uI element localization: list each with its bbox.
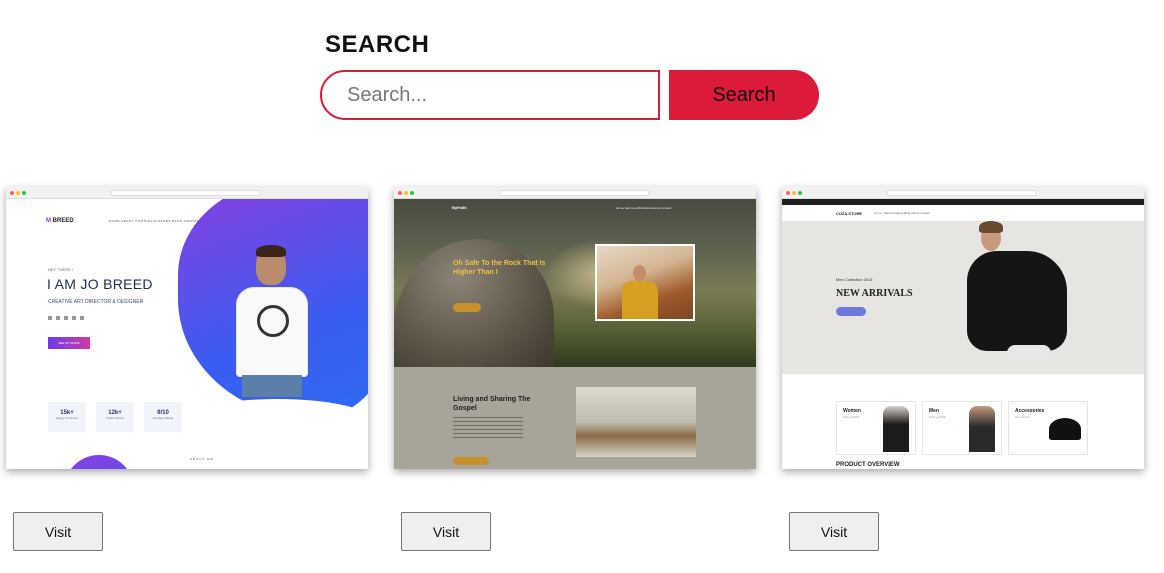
browser-bar: [394, 187, 756, 199]
jeans-shape: [242, 375, 302, 397]
template-card-breed: M BREED HOME ABOUT PORTFOLIO PAGES BLOG …: [6, 187, 368, 469]
minimize-dot-icon: [16, 191, 20, 195]
bible-image: [576, 387, 696, 457]
text-lines: [453, 417, 523, 441]
template-screenshot: M BREED HOME ABOUT PORTFOLIO PAGES BLOG …: [6, 199, 368, 469]
template-screenshot: COZA STORE Home Shop Features Blog About…: [782, 199, 1144, 469]
preview-nav: Home Shop Features Blog About Contact: [874, 211, 930, 215]
template-screenshot: ByFaith Home Sermons Ministries Events C…: [394, 199, 756, 469]
preview-heading: I AM JO BREED: [47, 276, 153, 292]
stat-box: 12k+ Ticket Solved: [96, 402, 134, 432]
hair-shape: [979, 221, 1003, 233]
category-box: Men Spring 2018: [922, 401, 1002, 455]
face-shape: [633, 265, 646, 281]
preview-about: ABOUT ME: [190, 457, 214, 461]
model-image: [232, 245, 312, 397]
minimize-dot-icon: [792, 191, 796, 195]
cap-thumb: [1049, 418, 1081, 440]
close-dot-icon: [10, 191, 14, 195]
url-bar: [887, 190, 1037, 196]
visit-button[interactable]: Visit: [789, 512, 879, 551]
preview-greeting: HEY THERE !: [48, 267, 73, 272]
category-thumb: [883, 406, 909, 452]
search-bar: Search: [320, 70, 820, 120]
preview-heading: NEW ARRIVALS: [836, 288, 913, 299]
stat-box: 9/10 Average Rating: [144, 402, 182, 432]
shoe-shape: [1007, 345, 1051, 361]
preview-heading: Oh Safe To the Rock That Is Higher Than …: [453, 260, 546, 276]
section-button: [453, 457, 489, 465]
preview-logo: ByFaith: [452, 205, 467, 210]
search-section: SEARCH Search: [320, 30, 820, 120]
maximize-dot-icon: [410, 191, 414, 195]
url-bar: [499, 190, 649, 196]
browser-bar: [782, 187, 1144, 199]
maximize-dot-icon: [798, 191, 802, 195]
visit-button[interactable]: Visit: [401, 512, 491, 551]
browser-bar: [6, 187, 368, 199]
preview-button: [453, 303, 481, 312]
model-image: [967, 219, 1067, 374]
coat-shape: [622, 281, 658, 319]
close-dot-icon: [786, 191, 790, 195]
preview-nav: HOME ABOUT PORTFOLIO PAGES BLOG CONTACT: [109, 219, 202, 223]
close-dot-icon: [398, 191, 402, 195]
lower-section: Living and Sharing The Gospel: [394, 367, 756, 469]
wave-shape: [178, 399, 368, 449]
stat-box: 15k+ Happy Customer: [48, 402, 86, 432]
section-title: Living and Sharing The Gospel: [453, 396, 531, 412]
preview-logo: M BREED: [46, 218, 74, 224]
search-title: SEARCH: [325, 31, 430, 58]
template-card-coza: COZA STORE Home Shop Features Blog About…: [782, 187, 1144, 469]
preview-role: CREATIVE ART DIRECTOR & DESIGNER: [48, 299, 144, 305]
search-button[interactable]: Search: [669, 70, 819, 120]
minimize-dot-icon: [404, 191, 408, 195]
tshirt-print: [257, 305, 289, 337]
body-shape: [967, 251, 1067, 351]
product-overview-title: PRODUCT OVERVIEW: [836, 462, 900, 468]
about-image: [64, 455, 134, 469]
hair-shape: [256, 245, 286, 257]
social-icons: [48, 316, 88, 320]
category-box: Women Spring 2018: [836, 401, 916, 455]
collection-label: Men Collection 2018: [836, 277, 873, 282]
url-bar: [111, 190, 261, 196]
preview-nav: Home Sermons Ministries Events Contact: [616, 206, 672, 210]
category-box: Accessories New Trend: [1008, 401, 1088, 455]
maximize-dot-icon: [22, 191, 26, 195]
category-thumb: [969, 406, 995, 452]
preview-cta: SEE MY WORK: [48, 337, 90, 349]
preview-logo: COZA STORE: [836, 211, 863, 216]
template-card-faith: ByFaith Home Sermons Ministries Events C…: [394, 187, 756, 469]
shop-now-button: [836, 307, 866, 316]
search-input[interactable]: [320, 70, 660, 120]
visit-button[interactable]: Visit: [13, 512, 103, 551]
